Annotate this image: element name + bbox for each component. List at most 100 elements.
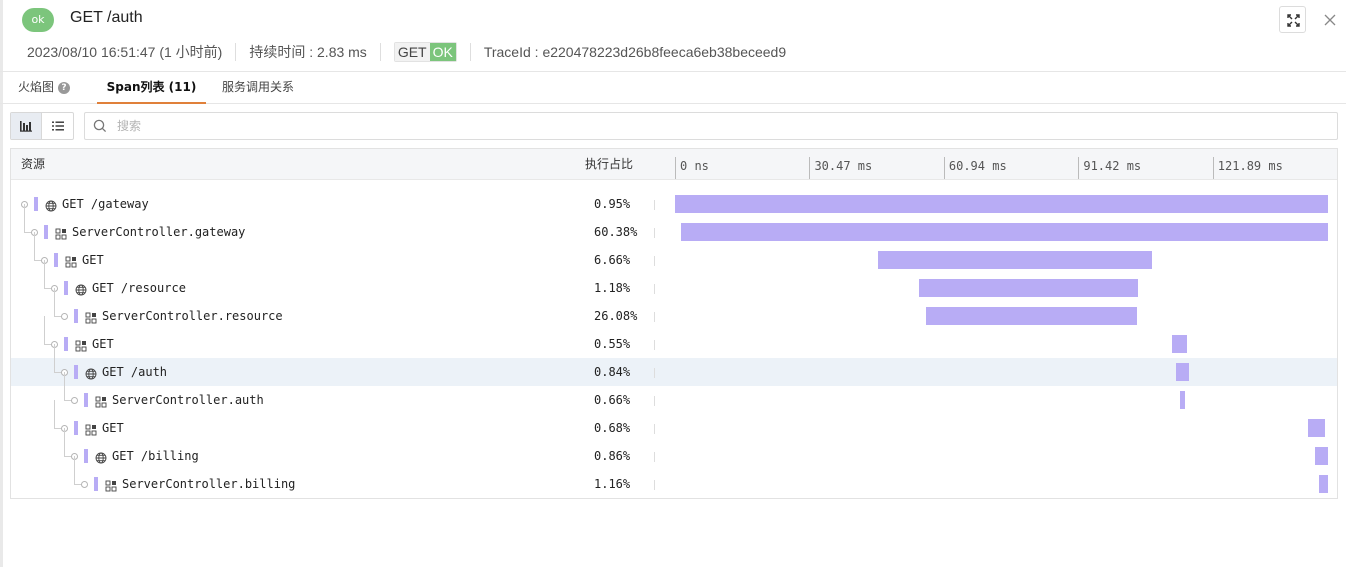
- fullscreen-button[interactable]: [1279, 6, 1306, 33]
- span-resource-name: GET: [82, 253, 104, 267]
- tab-flame-graph[interactable]: 火焰图?: [18, 73, 71, 104]
- span-resource-name: GET /billing: [112, 449, 199, 463]
- span-duration-bar[interactable]: [878, 251, 1153, 269]
- list-view-button[interactable]: [42, 113, 73, 139]
- tree-node-toggle[interactable]: [71, 397, 78, 404]
- tree-connector: [54, 400, 55, 429]
- span-resource-name: GET /auth: [102, 365, 168, 379]
- search-input[interactable]: [117, 117, 1317, 135]
- tree-connector: [54, 288, 55, 317]
- help-icon[interactable]: ?: [58, 81, 71, 94]
- span-row[interactable]: ServerController.gateway 60.38%: [11, 204, 1337, 246]
- span-duration-bar[interactable]: [1180, 391, 1186, 409]
- globe-icon: [45, 197, 57, 212]
- http-method: GET: [394, 43, 430, 61]
- span-duration-bar[interactable]: [926, 307, 1137, 325]
- expand-icon: [1287, 14, 1300, 27]
- tree-connector: [44, 260, 45, 289]
- span-duration-bar[interactable]: [675, 195, 1328, 213]
- trace-id[interactable]: TraceId : e220478223d26b8feeca6eb38becee…: [484, 44, 786, 60]
- span-search: [84, 112, 1338, 140]
- span-percent: 0.84%: [594, 365, 631, 379]
- timeline-tick: 30.47 ms: [809, 157, 872, 179]
- span-row[interactable]: GET /gateway 0.95%: [11, 190, 1337, 218]
- column-divider: [654, 396, 655, 406]
- globe-icon: [75, 281, 87, 296]
- tree-connector: [34, 232, 35, 261]
- span-row[interactable]: GET 0.68%: [11, 400, 1337, 442]
- column-divider: [654, 200, 655, 210]
- tree-connector: [64, 428, 65, 457]
- span-duration-bar[interactable]: [1315, 447, 1328, 465]
- timeline-tick: 91.42 ms: [1078, 157, 1141, 179]
- span-table: 资源 执行占比 0 ns 30.47 ms 60.94 ms 91.42 ms 121.…: [10, 148, 1338, 499]
- waterfall-view-button[interactable]: [11, 113, 43, 139]
- span-percent: 0.66%: [594, 393, 631, 407]
- close-button[interactable]: [1320, 10, 1340, 30]
- table-header: 资源 执行占比 0 ns 30.47 ms 60.94 ms 91.42 ms 121.…: [11, 149, 1337, 180]
- service-color-marker: [74, 309, 78, 323]
- span-row[interactable]: GET /resource 1.18%: [11, 260, 1337, 302]
- list-icon: [51, 121, 64, 131]
- tree-connector: [54, 428, 61, 429]
- component-icon: [65, 253, 77, 268]
- span-resource-name: ServerController.gateway: [72, 225, 246, 239]
- tree-connector: [44, 344, 51, 345]
- span-percent: 0.55%: [594, 337, 631, 351]
- timeline-tick: 60.94 ms: [943, 157, 1007, 179]
- column-divider: [654, 480, 655, 490]
- tree-connector: [54, 344, 55, 373]
- span-duration-bar[interactable]: [1308, 419, 1325, 437]
- span-row[interactable]: ServerController.billing 1.16%: [11, 456, 1337, 498]
- component-icon: [105, 477, 117, 492]
- service-color-marker: [74, 421, 78, 435]
- tab-label: 火焰图: [18, 80, 55, 94]
- column-divider: [654, 340, 655, 350]
- span-duration-bar[interactable]: [681, 223, 1328, 241]
- tree-connector: [24, 204, 25, 233]
- span-resource-name: GET /resource: [92, 281, 186, 295]
- tab-span-list[interactable]: Span列表 (11): [97, 73, 206, 104]
- span-duration-bar[interactable]: [1172, 335, 1188, 353]
- tree-node-toggle[interactable]: [61, 313, 68, 320]
- tree-node-toggle[interactable]: [81, 481, 88, 488]
- start-time: 2023/08/10 16:51:47 (1 小时前): [27, 44, 223, 60]
- span-row[interactable]: GET /auth 0.84%: [11, 344, 1337, 386]
- span-row[interactable]: GET 0.55%: [11, 316, 1337, 358]
- view-mode-toggle: [10, 112, 74, 140]
- span-row[interactable]: ServerController.resource 26.08%: [11, 288, 1337, 330]
- column-divider: [654, 452, 655, 462]
- column-divider: [654, 424, 655, 434]
- tab-service-map[interactable]: 服务调用关系: [222, 73, 294, 104]
- span-row[interactable]: GET 6.66%: [11, 232, 1337, 274]
- service-color-marker: [84, 449, 88, 463]
- column-divider: [654, 312, 655, 322]
- span-percent: 0.68%: [594, 421, 631, 435]
- span-resource-name: GET: [102, 421, 124, 435]
- service-color-marker: [54, 253, 58, 267]
- status-badge: ok: [22, 8, 54, 32]
- tab-label: Span列表 (11): [106, 80, 197, 94]
- waterfall-icon: [20, 121, 32, 132]
- timeline-tick: 121.89 ms: [1212, 157, 1283, 179]
- span-percent: 0.95%: [594, 197, 631, 211]
- timeline-tick: 0 ns: [675, 157, 709, 179]
- span-duration-bar[interactable]: [918, 279, 1139, 297]
- service-color-marker: [64, 337, 68, 351]
- component-icon: [75, 337, 87, 352]
- tree-connector: [74, 456, 75, 485]
- column-resource[interactable]: 资源: [21, 149, 45, 180]
- span-percent: 26.08%: [594, 309, 638, 323]
- tree-connector: [44, 288, 51, 289]
- span-duration-bar[interactable]: [1319, 475, 1328, 493]
- column-percent[interactable]: 执行占比: [585, 149, 633, 180]
- span-duration-bar[interactable]: [1176, 363, 1190, 381]
- tree-connector: [74, 484, 81, 485]
- span-row[interactable]: ServerController.auth 0.66%: [11, 372, 1337, 414]
- service-color-marker: [84, 393, 88, 407]
- span-row[interactable]: GET /billing 0.86%: [11, 428, 1337, 470]
- service-color-marker: [64, 281, 68, 295]
- tab-label: 服务调用关系: [222, 80, 295, 94]
- component-icon: [85, 421, 97, 436]
- span-percent: 0.86%: [594, 449, 631, 463]
